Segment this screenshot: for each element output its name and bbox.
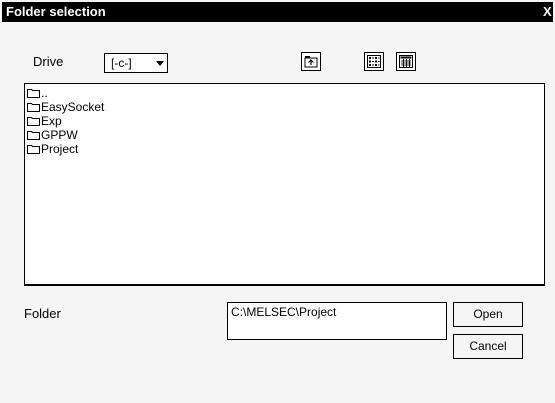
folder-selection-dialog: Folder selection X Drive [-c-] .. EasySo… — [0, 0, 555, 403]
list-item[interactable]: Exp — [26, 114, 104, 128]
list-item[interactable]: .. — [26, 86, 104, 100]
details-view-icon — [399, 55, 413, 68]
folder-icon — [27, 88, 40, 98]
drive-select[interactable]: [-c-] — [104, 53, 168, 73]
list-item-label: Exp — [41, 114, 62, 128]
open-button[interactable]: Open — [453, 302, 523, 327]
cancel-button[interactable]: Cancel — [453, 334, 523, 359]
folder-icon — [27, 144, 40, 154]
drive-select-value: [-c-] — [111, 56, 132, 70]
details-view-button[interactable] — [396, 52, 416, 71]
folder-icon — [27, 102, 40, 112]
title-bar[interactable]: Folder selection X — [2, 2, 553, 22]
list-item-label: .. — [41, 86, 48, 100]
folder-icon — [27, 130, 40, 140]
list-view-icon — [367, 55, 381, 68]
list-view-button[interactable] — [364, 52, 384, 71]
list-item-label: GPPW — [41, 128, 78, 142]
folder-listbox[interactable]: .. EasySocket Exp GPPW Project — [24, 83, 545, 286]
list-item-label: EasySocket — [41, 100, 105, 114]
chevron-down-icon[interactable] — [153, 54, 167, 72]
drive-label: Drive — [33, 54, 64, 69]
list-item[interactable]: EasySocket — [26, 100, 104, 114]
dialog-title: Folder selection — [6, 4, 106, 19]
list-item[interactable]: Project — [26, 142, 104, 156]
folder-path-field[interactable]: C:\MELSEC\Project — [227, 302, 447, 340]
up-folder-icon — [304, 56, 318, 68]
list-item[interactable]: GPPW — [26, 128, 104, 142]
list-item-label: Project — [41, 142, 79, 156]
up-folder-button[interactable] — [301, 52, 321, 71]
folder-path-value: C:\MELSEC\Project — [231, 305, 337, 319]
folder-icon — [27, 116, 40, 126]
close-button[interactable]: X — [543, 4, 555, 20]
folder-list: .. EasySocket Exp GPPW Project — [26, 86, 104, 156]
folder-label: Folder — [24, 306, 61, 321]
